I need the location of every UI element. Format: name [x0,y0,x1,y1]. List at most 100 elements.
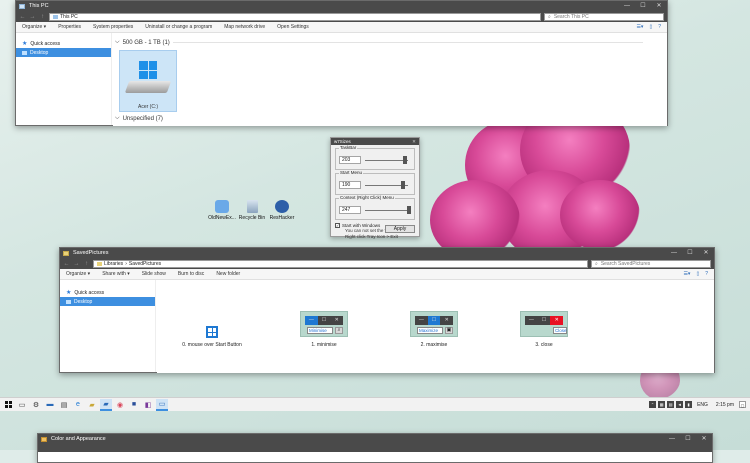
drive-item[interactable]: Acer (C:) [119,50,177,112]
map-network-drive-button[interactable]: Map network drive [224,24,265,30]
view-options-icon[interactable]: ☰▾ [636,24,643,30]
preview-pane-icon[interactable]: ▯ [696,271,699,277]
volume-icon[interactable]: ◄ [676,401,684,408]
forward-arrow-icon[interactable]: → [29,14,36,20]
help-icon[interactable]: ? [658,24,661,30]
slide-show-button[interactable]: Slide show [142,271,166,277]
exit-note: Right click Tray Icon > Exit [345,234,398,239]
desktop-icon-oldnewexplorer[interactable]: OldNewEx... [206,200,238,221]
group-legend: Start Menu [339,170,364,175]
maximize-button[interactable]: ☐ [682,248,698,258]
address-text: This PC [60,13,78,20]
taskbar-size-slider[interactable] [402,156,407,164]
organize-menu[interactable]: Organize ▾ [22,24,46,30]
apply-button[interactable]: Apply [385,225,415,233]
edge-icon[interactable]: e [72,399,84,411]
minimize-button[interactable]: — [619,1,635,11]
nav-desktop[interactable]: Desktop [60,297,155,306]
desktop-icon [66,299,71,304]
group-legend: TaskBar [339,145,358,150]
back-arrow-icon[interactable]: ← [19,14,26,20]
uninstall-program-button[interactable]: Uninstall or change a program [145,24,212,30]
language-indicator[interactable]: ENG [697,402,708,408]
open-settings-button[interactable]: Open Settings [277,24,309,30]
maximize-button[interactable]: ☐ [680,434,696,444]
clock[interactable]: 2:15 pm [716,402,734,408]
monitor-icon[interactable]: ▬ [44,399,56,411]
nav-label: Quick access [74,289,105,296]
file-explorer-icon[interactable]: ▰ [100,398,112,411]
window-taskbar-icon[interactable]: ▭ [156,398,168,411]
nav-quick-access[interactable]: ★ Quick access [60,288,155,297]
drive-label: Acer (C:) [138,104,158,110]
minimize-button[interactable]: — [666,248,682,258]
taskbar-size-group: TaskBar 203 [335,145,415,170]
resource-hacker-icon[interactable]: ◧ [142,399,154,411]
title-bar[interactable]: Color and Appearance — ☐ ✕ [38,434,712,444]
battery-icon[interactable]: ▮ [685,401,693,408]
hard-drive-icon [124,81,172,93]
start-menu-size-input[interactable]: 190 [339,181,361,189]
file-item-close[interactable]: — ☐ ✕ Close [520,311,568,337]
start-button[interactable] [2,399,14,411]
panel-title-bar[interactable]: w7Sizes ✕ [331,138,419,145]
breadcrumb-savedpictures[interactable]: SavedPictures [129,261,161,267]
preview-pane-icon[interactable]: ▯ [649,24,652,30]
file-item-start-button[interactable] [206,326,220,340]
app-icon[interactable]: ■ [128,399,140,411]
desktop-icon-reshacker[interactable]: ResHacker [266,200,298,221]
paint-icon[interactable]: ◉ [114,399,126,411]
maximize-icon: ▣ [445,327,453,334]
network-icon[interactable]: ▤ [667,401,675,408]
close-button[interactable]: ✕ [409,139,419,145]
close-button[interactable]: ✕ [651,1,667,11]
chevron-up-icon[interactable]: ⌃ [649,401,657,408]
title-bar[interactable]: This PC — ☐ ✕ [16,1,667,11]
group-header[interactable]: ⌵ Unspecified (7) [115,115,163,122]
notes-icon[interactable]: ▤ [58,399,70,411]
search-input[interactable]: ⌕ Search SavedPictures [591,259,711,268]
file-caption: 2. maximise [420,342,448,348]
close-button[interactable]: ✕ [698,248,714,258]
taskbar-size-input[interactable]: 203 [339,156,361,164]
context-menu-size-slider[interactable] [406,206,411,214]
slider-track [365,160,408,161]
nav-quick-access[interactable]: ★ Quick access [16,39,111,48]
system-properties-button[interactable]: System properties [93,24,133,30]
notification-icon[interactable]: ▢ [739,401,746,408]
address-field[interactable]: Libraries › SavedPictures [93,259,588,268]
organize-menu[interactable]: Organize ▾ [66,271,90,277]
tray-app-icon[interactable]: ▦ [658,401,666,408]
address-field[interactable]: This PC [49,12,541,21]
start-with-windows-checkbox[interactable]: ✓ [335,223,340,228]
group-header[interactable]: ⌵ 500 GB - 1 TB (1) [115,39,643,46]
up-arrow-icon[interactable]: ↑ [39,14,46,20]
folder-icon[interactable]: ▰ [86,399,98,411]
share-with-menu[interactable]: Share with ▾ [102,271,130,277]
maximize-button[interactable]: ☐ [635,1,651,11]
title-bar[interactable]: SavedPictures — ☐ ✕ [60,248,714,258]
breadcrumb-libraries[interactable]: Libraries [104,261,123,267]
up-arrow-icon[interactable]: ↑ [83,261,90,267]
forward-arrow-icon[interactable]: → [73,261,80,267]
context-menu-size-input[interactable]: 247 [339,206,361,214]
back-arrow-icon[interactable]: ← [63,261,70,267]
file-item-maximise[interactable]: — ☐ ✕ Maximize ▣ [410,311,458,337]
search-input[interactable]: ⌕ Search This PC [544,12,664,21]
close-button[interactable]: ✕ [696,434,712,444]
help-icon[interactable]: ? [705,271,708,277]
burn-to-disc-button[interactable]: Burn to disc [178,271,204,277]
computer-icon [19,3,25,9]
view-options-icon[interactable]: ☰▾ [683,271,690,277]
nav-desktop[interactable]: Desktop [16,48,111,57]
computer-icon [53,14,58,19]
group-legend: Context (Right Click) Menu [339,195,395,200]
properties-button[interactable]: Properties [58,24,81,30]
start-menu-size-slider[interactable] [400,181,405,189]
new-folder-button[interactable]: New folder [216,271,240,277]
task-view-icon[interactable]: ▭ [16,399,28,411]
minimize-button[interactable]: — [664,434,680,444]
settings-icon[interactable]: ⚙ [30,399,42,411]
desktop-icon-recycle-bin[interactable]: Recycle Bin [236,200,268,221]
file-item-minimise[interactable]: — ☐ ✕ Minimise ⌕ [300,311,348,337]
